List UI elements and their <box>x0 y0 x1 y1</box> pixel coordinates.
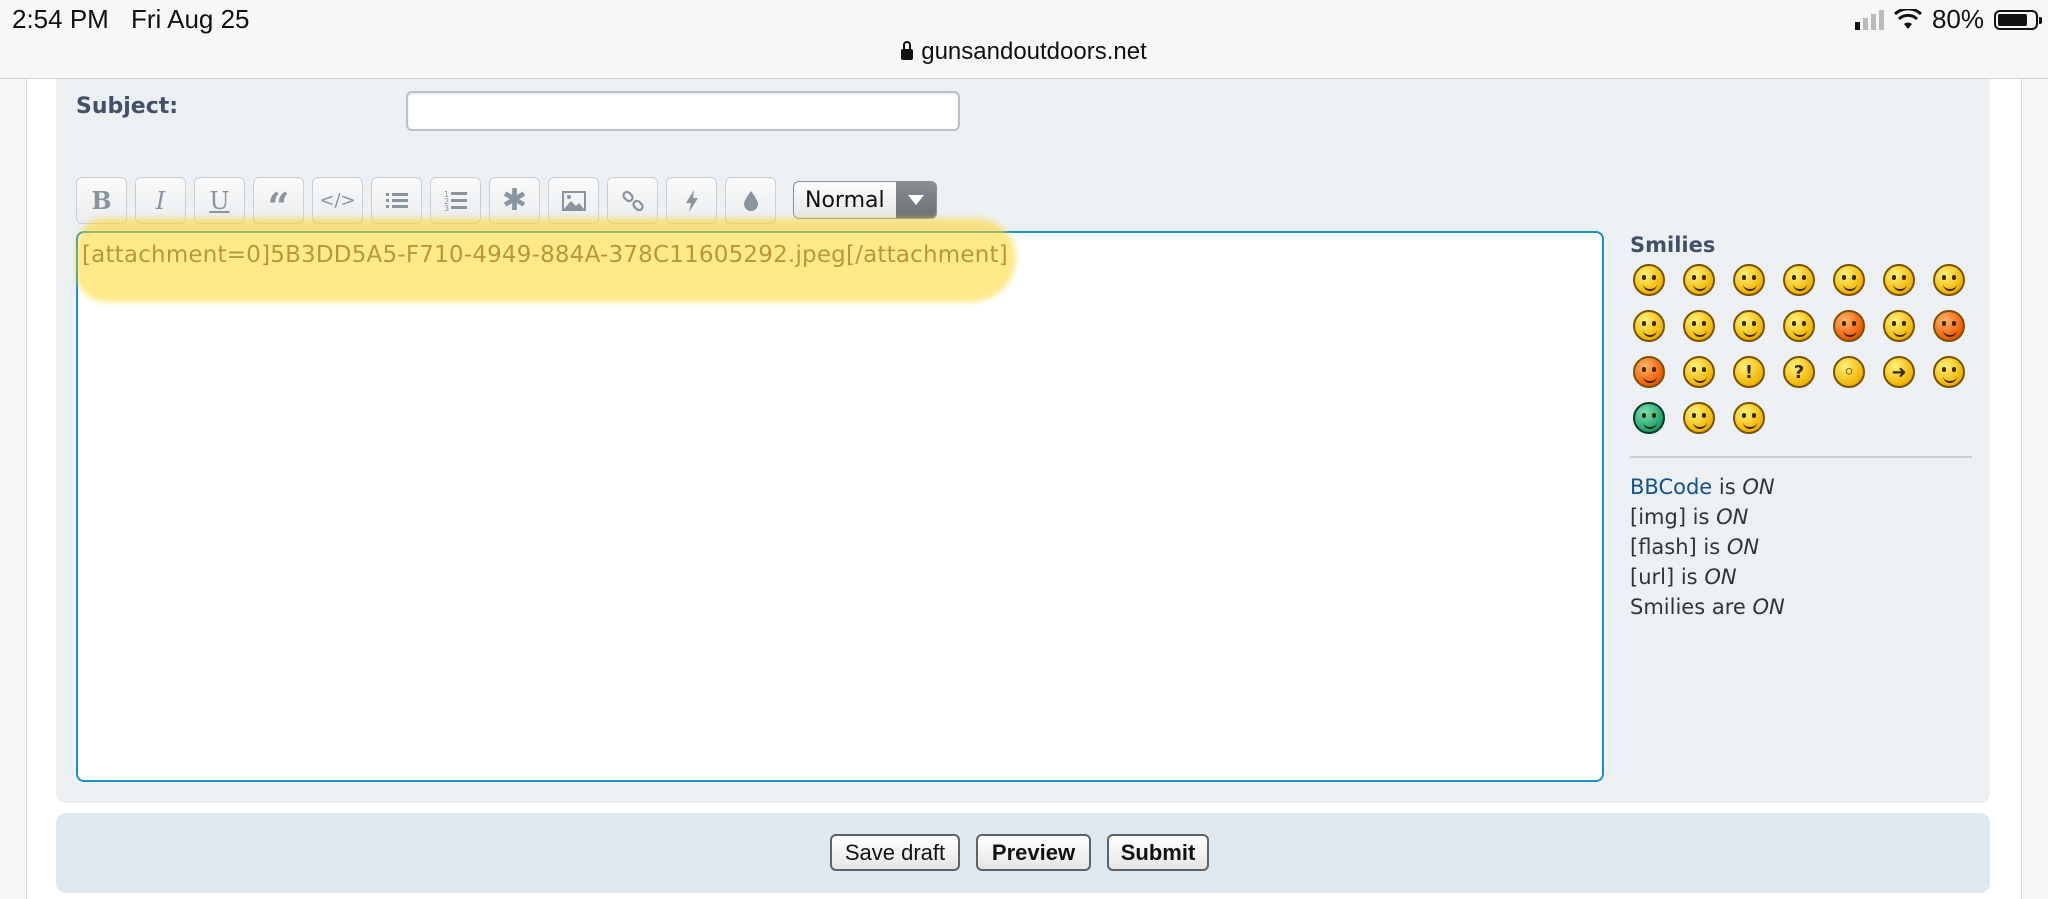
smilies-state: ON <box>1752 595 1785 619</box>
underline-icon: U <box>209 186 230 215</box>
list-button[interactable] <box>371 177 422 224</box>
battery-icon <box>1994 9 2042 30</box>
smiley-angry-icon[interactable] <box>1733 310 1765 342</box>
url-status-label: [url] is <box>1630 565 1698 589</box>
img-status-label: [img] is <box>1630 505 1710 529</box>
list-item-button[interactable]: ✱ <box>489 177 540 224</box>
url-text: gunsandoutdoors.net <box>921 38 1147 65</box>
ordered-list-icon: 123 <box>444 190 467 213</box>
submit-button[interactable]: Submit <box>1107 834 1209 871</box>
smiley-shocked-icon[interactable] <box>1883 264 1915 296</box>
smiley-big-grin-icon[interactable] <box>1683 310 1715 342</box>
image-button[interactable] <box>548 177 599 224</box>
smiley-surprised-icon[interactable] <box>1833 264 1865 296</box>
flash-icon <box>685 189 698 212</box>
link-button[interactable] <box>607 177 658 224</box>
font-size-select[interactable]: Normal <box>793 181 937 219</box>
bbcode-is-text: is <box>1718 475 1736 499</box>
smilies-heading: Smilies <box>1630 233 1716 257</box>
flash-status-line: [flash] is ON <box>1630 532 1785 562</box>
smiley-twisted-icon[interactable] <box>1633 356 1665 388</box>
ios-status-bar: 2:54 PM Fri Aug 25 80% gunsandoutdoors.n… <box>0 0 2048 79</box>
ordered-list-button[interactable]: 123 <box>430 177 481 224</box>
bold-button[interactable]: B <box>76 177 127 224</box>
link-icon <box>621 190 644 211</box>
img-state: ON <box>1716 505 1749 529</box>
bbcode-toolbar: B I U “ </> 123 ✱ <box>76 177 776 229</box>
flash-status-label: [flash] is <box>1630 535 1721 559</box>
smiley-eyeroll-icon[interactable] <box>1933 264 1965 296</box>
italic-button[interactable]: I <box>135 177 186 224</box>
smiley-exclaim-icon[interactable]: ! <box>1733 356 1765 388</box>
status-icons: 80% <box>1854 4 2042 35</box>
code-icon: </> <box>319 190 356 211</box>
smiley-ugeek-icon[interactable] <box>1733 402 1765 434</box>
smiley-razz-icon[interactable] <box>1783 310 1815 342</box>
color-button[interactable] <box>725 177 776 224</box>
underline-button[interactable]: U <box>194 177 245 224</box>
smilies-status-line: Smilies are ON <box>1630 592 1785 622</box>
smiley-arrow-icon[interactable]: ➜ <box>1883 356 1915 388</box>
cellular-signal-icon <box>1854 9 1884 30</box>
list-icon <box>385 192 408 208</box>
bbcode-state: ON <box>1742 475 1775 499</box>
address-bar[interactable]: gunsandoutdoors.net <box>0 38 2048 66</box>
flash-button[interactable] <box>666 177 717 224</box>
smiley-rolleyes-icon[interactable] <box>1683 356 1715 388</box>
flash-state: ON <box>1726 535 1760 559</box>
chevron-down-icon <box>896 182 936 218</box>
smiley-wink-icon[interactable] <box>1733 264 1765 296</box>
drop-icon <box>743 190 758 211</box>
italic-icon: I <box>155 186 166 215</box>
smiley-squint-icon[interactable] <box>1783 264 1815 296</box>
url-state: ON <box>1704 565 1737 589</box>
image-icon <box>561 190 586 211</box>
smilies-status-label: Smilies are <box>1630 595 1746 619</box>
smilies-divider <box>1630 456 1972 458</box>
url-status-line: [url] is ON <box>1630 562 1785 592</box>
smiley-evil-icon[interactable] <box>1933 310 1965 342</box>
message-textarea[interactable] <box>76 231 1604 782</box>
subject-input[interactable] <box>406 91 960 131</box>
smiley-idea-icon[interactable]: ◦ <box>1833 356 1865 388</box>
bbcode-status-line: BBCode is ON <box>1630 472 1785 502</box>
smiley-sad-icon[interactable] <box>1883 310 1915 342</box>
battery-percent: 80% <box>1931 4 1984 34</box>
bold-icon: B <box>91 186 112 215</box>
clock: 2:54 PM <box>12 4 109 34</box>
smiley-mad-icon[interactable] <box>1833 310 1865 342</box>
date: Fri Aug 25 <box>131 4 250 34</box>
lock-icon <box>901 41 914 60</box>
smiley-laugh-icon[interactable] <box>1633 264 1665 296</box>
asterisk-icon: ✱ <box>501 183 528 218</box>
save-draft-button[interactable]: Save draft <box>830 834 960 871</box>
bbcode-link[interactable]: BBCode <box>1630 475 1712 499</box>
img-status-line: [img] is ON <box>1630 502 1785 532</box>
smiley-grin-icon[interactable] <box>1683 264 1715 296</box>
wifi-icon <box>1893 8 1922 29</box>
bbcode-status-list: BBCode is ON [img] is ON [flash] is ON [… <box>1630 472 1785 622</box>
quote-button[interactable]: “ <box>253 177 304 229</box>
smiley-question-icon[interactable]: ? <box>1783 356 1815 388</box>
smilies-grid: ! ? ◦ ➜ <box>1633 264 1983 448</box>
message-content: [attachment=0]5B3DD5A5-F710-4949-884A-37… <box>82 242 1008 268</box>
smiley-mrgreen-icon[interactable] <box>1633 402 1665 434</box>
subject-label: Subject: <box>76 94 179 119</box>
preview-button[interactable]: Preview <box>976 834 1091 871</box>
smiley-geek-icon[interactable] <box>1683 402 1715 434</box>
smiley-neutral-icon[interactable] <box>1933 356 1965 388</box>
svg-text:3: 3 <box>444 204 449 213</box>
smiley-cool-icon[interactable] <box>1633 310 1665 342</box>
font-size-value: Normal <box>805 187 885 213</box>
code-button[interactable]: </> <box>312 177 363 224</box>
